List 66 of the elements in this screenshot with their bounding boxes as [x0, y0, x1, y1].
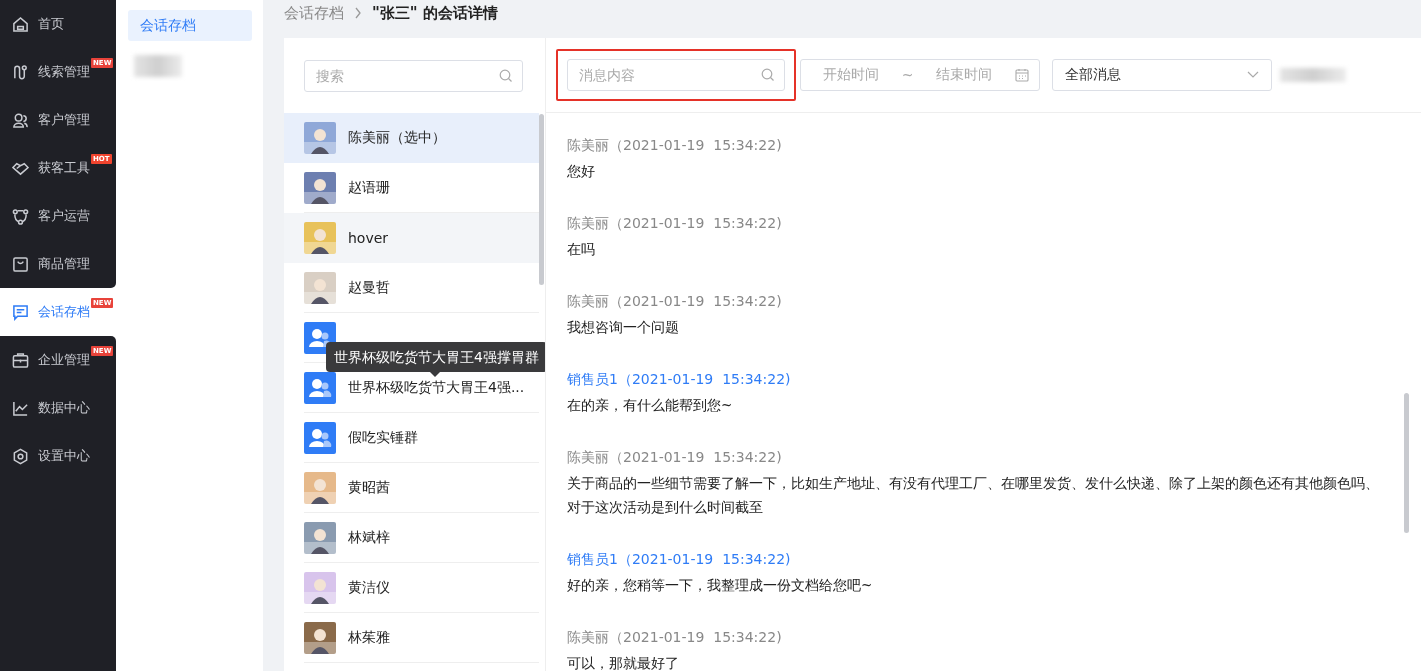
contact-name: 赵语珊 — [348, 178, 390, 197]
tooltip-pointer — [430, 372, 440, 377]
caret-icon — [1247, 71, 1259, 79]
nav-item[interactable]: 客户管理 — [0, 96, 116, 144]
contact-name: 假吃实锤群 — [348, 428, 418, 447]
submenu-item[interactable]: 会话存档 — [128, 10, 252, 41]
chat-icon — [12, 303, 29, 321]
contact-item[interactable]: 陈美丽（选中） — [284, 113, 539, 163]
scrollbar[interactable] — [1404, 393, 1409, 533]
contact-item[interactable]: 假吃实锤群 — [304, 413, 539, 463]
message-sender: 销售员1（2021-01-19 15:34:22) — [567, 550, 792, 569]
page-title: "张三" 的会话详情 — [372, 3, 498, 23]
message-sender: 陈美丽（2021-01-19 15:34:22) — [567, 292, 783, 311]
message-sender: 陈美丽（2021-01-19 15:34:22) — [567, 214, 783, 233]
briefcase-icon — [12, 351, 29, 369]
contact-item[interactable]: 黄昭茜 — [304, 463, 539, 513]
message-text: 好的亲，您稍等一下，我整理成一份文档给您吧~ — [567, 576, 874, 595]
message-sender: 销售员1（2021-01-19 15:34:22) — [567, 370, 792, 389]
scrollbar[interactable] — [539, 114, 544, 285]
message-text: 在的亲，有什么能帮到您~ — [567, 396, 734, 415]
message-search-field[interactable]: 消息内容 — [567, 59, 785, 91]
route-icon — [12, 63, 29, 81]
contact-name: hover — [348, 229, 389, 246]
message-text: 我想咨询一个问题 — [567, 318, 680, 337]
redacted-block — [134, 55, 182, 77]
contact-name: 黄昭茜 — [348, 478, 390, 497]
message-sender: 陈美丽（2021-01-19 15:34:22) — [567, 136, 783, 155]
contact-name: 林斌梓 — [348, 528, 390, 547]
tooltip: 世界杯级吃货节大胃王4强撑胃群 — [326, 342, 545, 372]
contact-name: 世界杯级吃货节大胃王4强... — [348, 378, 525, 397]
search-icon — [761, 68, 775, 82]
contact-name: 陈美丽（选中） — [348, 128, 446, 147]
contact-item[interactable]: 林茱雅 — [304, 613, 539, 663]
message-text: 可以，那就最好了 — [567, 654, 680, 671]
message-sender: 陈美丽（2021-01-19 15:34:22) — [567, 448, 783, 467]
contact-item[interactable]: 赵曼哲 — [304, 263, 539, 313]
message-text: 您好 — [567, 162, 596, 181]
contact-item[interactable]: 黄洁仪 — [304, 563, 539, 613]
chart-icon — [12, 399, 29, 417]
home-icon — [12, 15, 29, 33]
group-avatar-icon — [304, 421, 336, 454]
contact-name: 黄洁仪 — [348, 578, 390, 597]
chevron-right-icon — [354, 7, 362, 19]
message-text: 在吗 — [567, 240, 596, 259]
users-icon — [12, 111, 29, 129]
calendar-icon — [1015, 68, 1029, 82]
nav-item[interactable]: 设置中心 — [0, 432, 116, 480]
nav-item[interactable]: 客户运营 — [0, 192, 116, 240]
contact-name: 林茱雅 — [348, 628, 390, 647]
message-type-select[interactable]: 全部消息 — [1052, 59, 1272, 91]
redacted-block — [1280, 68, 1346, 82]
nav-item[interactable]: 数据中心 — [0, 384, 116, 432]
contact-name: 赵曼哲 — [348, 278, 390, 297]
group-avatar-icon — [304, 321, 336, 354]
nav-item[interactable]: 商品管理 — [0, 240, 116, 288]
message-sender: 陈美丽（2021-01-19 15:34:22) — [567, 628, 783, 647]
message-text: 关于商品的一些细节需要了解一下，比如生产地址、有没有代理工厂、在哪里发货、发什么快递、除了上架的颜色还有其他颜色吗、对于这次活动是到什么时间截至 — [567, 474, 1380, 517]
contact-item[interactable]: hover — [284, 213, 539, 263]
search-field[interactable]: 搜索 — [304, 59, 523, 92]
contact-item[interactable]: 林斌梓 — [304, 513, 539, 563]
group-avatar-icon — [304, 371, 336, 404]
gear-icon — [12, 447, 29, 465]
search-icon — [499, 68, 513, 83]
network-icon — [12, 207, 29, 225]
bag-icon — [12, 255, 29, 273]
nav-item[interactable]: 首页 — [0, 0, 116, 48]
